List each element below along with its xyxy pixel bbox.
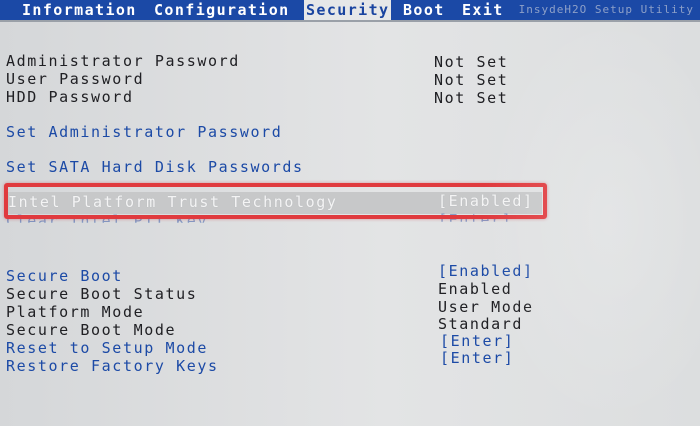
set-admin-password-item[interactable]: Set Administrator Password: [6, 123, 282, 141]
secure-boot-item[interactable]: Secure Boot: [6, 267, 123, 285]
admin-password-value: Not Set: [434, 53, 509, 71]
platform-mode-value: User Mode: [438, 298, 534, 316]
set-sata-passwords-item[interactable]: Set SATA Hard Disk Passwords: [6, 158, 304, 176]
secure-boot-status-value: Enabled: [438, 280, 513, 298]
restore-factory-keys-value[interactable]: [Enter]: [440, 349, 514, 367]
tab-information[interactable]: Information: [22, 0, 137, 20]
menu-divider: [0, 20, 700, 22]
hdd-password-label: HDD Password: [6, 88, 134, 106]
user-password-value: Not Set: [434, 71, 509, 89]
platform-mode-label: Platform Mode: [6, 303, 145, 321]
utility-title: InsydeH2O Setup Utility: [518, 3, 694, 16]
annotation-highlight-box: [4, 183, 547, 219]
bios-screen: Information Configuration Security Boot …: [0, 0, 700, 426]
secure-boot-value[interactable]: [Enabled]: [438, 262, 534, 280]
secure-boot-mode-value: Standard: [438, 315, 524, 333]
reset-setup-mode-item[interactable]: Reset to Setup Mode: [6, 339, 208, 357]
reset-setup-mode-value[interactable]: [Enter]: [440, 332, 514, 350]
secure-boot-mode-label: Secure Boot Mode: [6, 321, 177, 339]
tab-exit[interactable]: Exit: [462, 0, 504, 20]
admin-password-label: Administrator Password: [6, 52, 240, 70]
restore-factory-keys-item[interactable]: Restore Factory Keys: [6, 357, 219, 375]
tab-boot[interactable]: Boot: [403, 0, 445, 20]
tab-configuration[interactable]: Configuration: [154, 0, 290, 20]
secure-boot-status-label: Secure Boot Status: [6, 285, 198, 303]
tab-security[interactable]: Security: [304, 0, 392, 20]
menu-bar: Information Configuration Security Boot …: [0, 0, 700, 20]
user-password-label: User Password: [6, 70, 145, 88]
hdd-password-value: Not Set: [434, 89, 509, 107]
